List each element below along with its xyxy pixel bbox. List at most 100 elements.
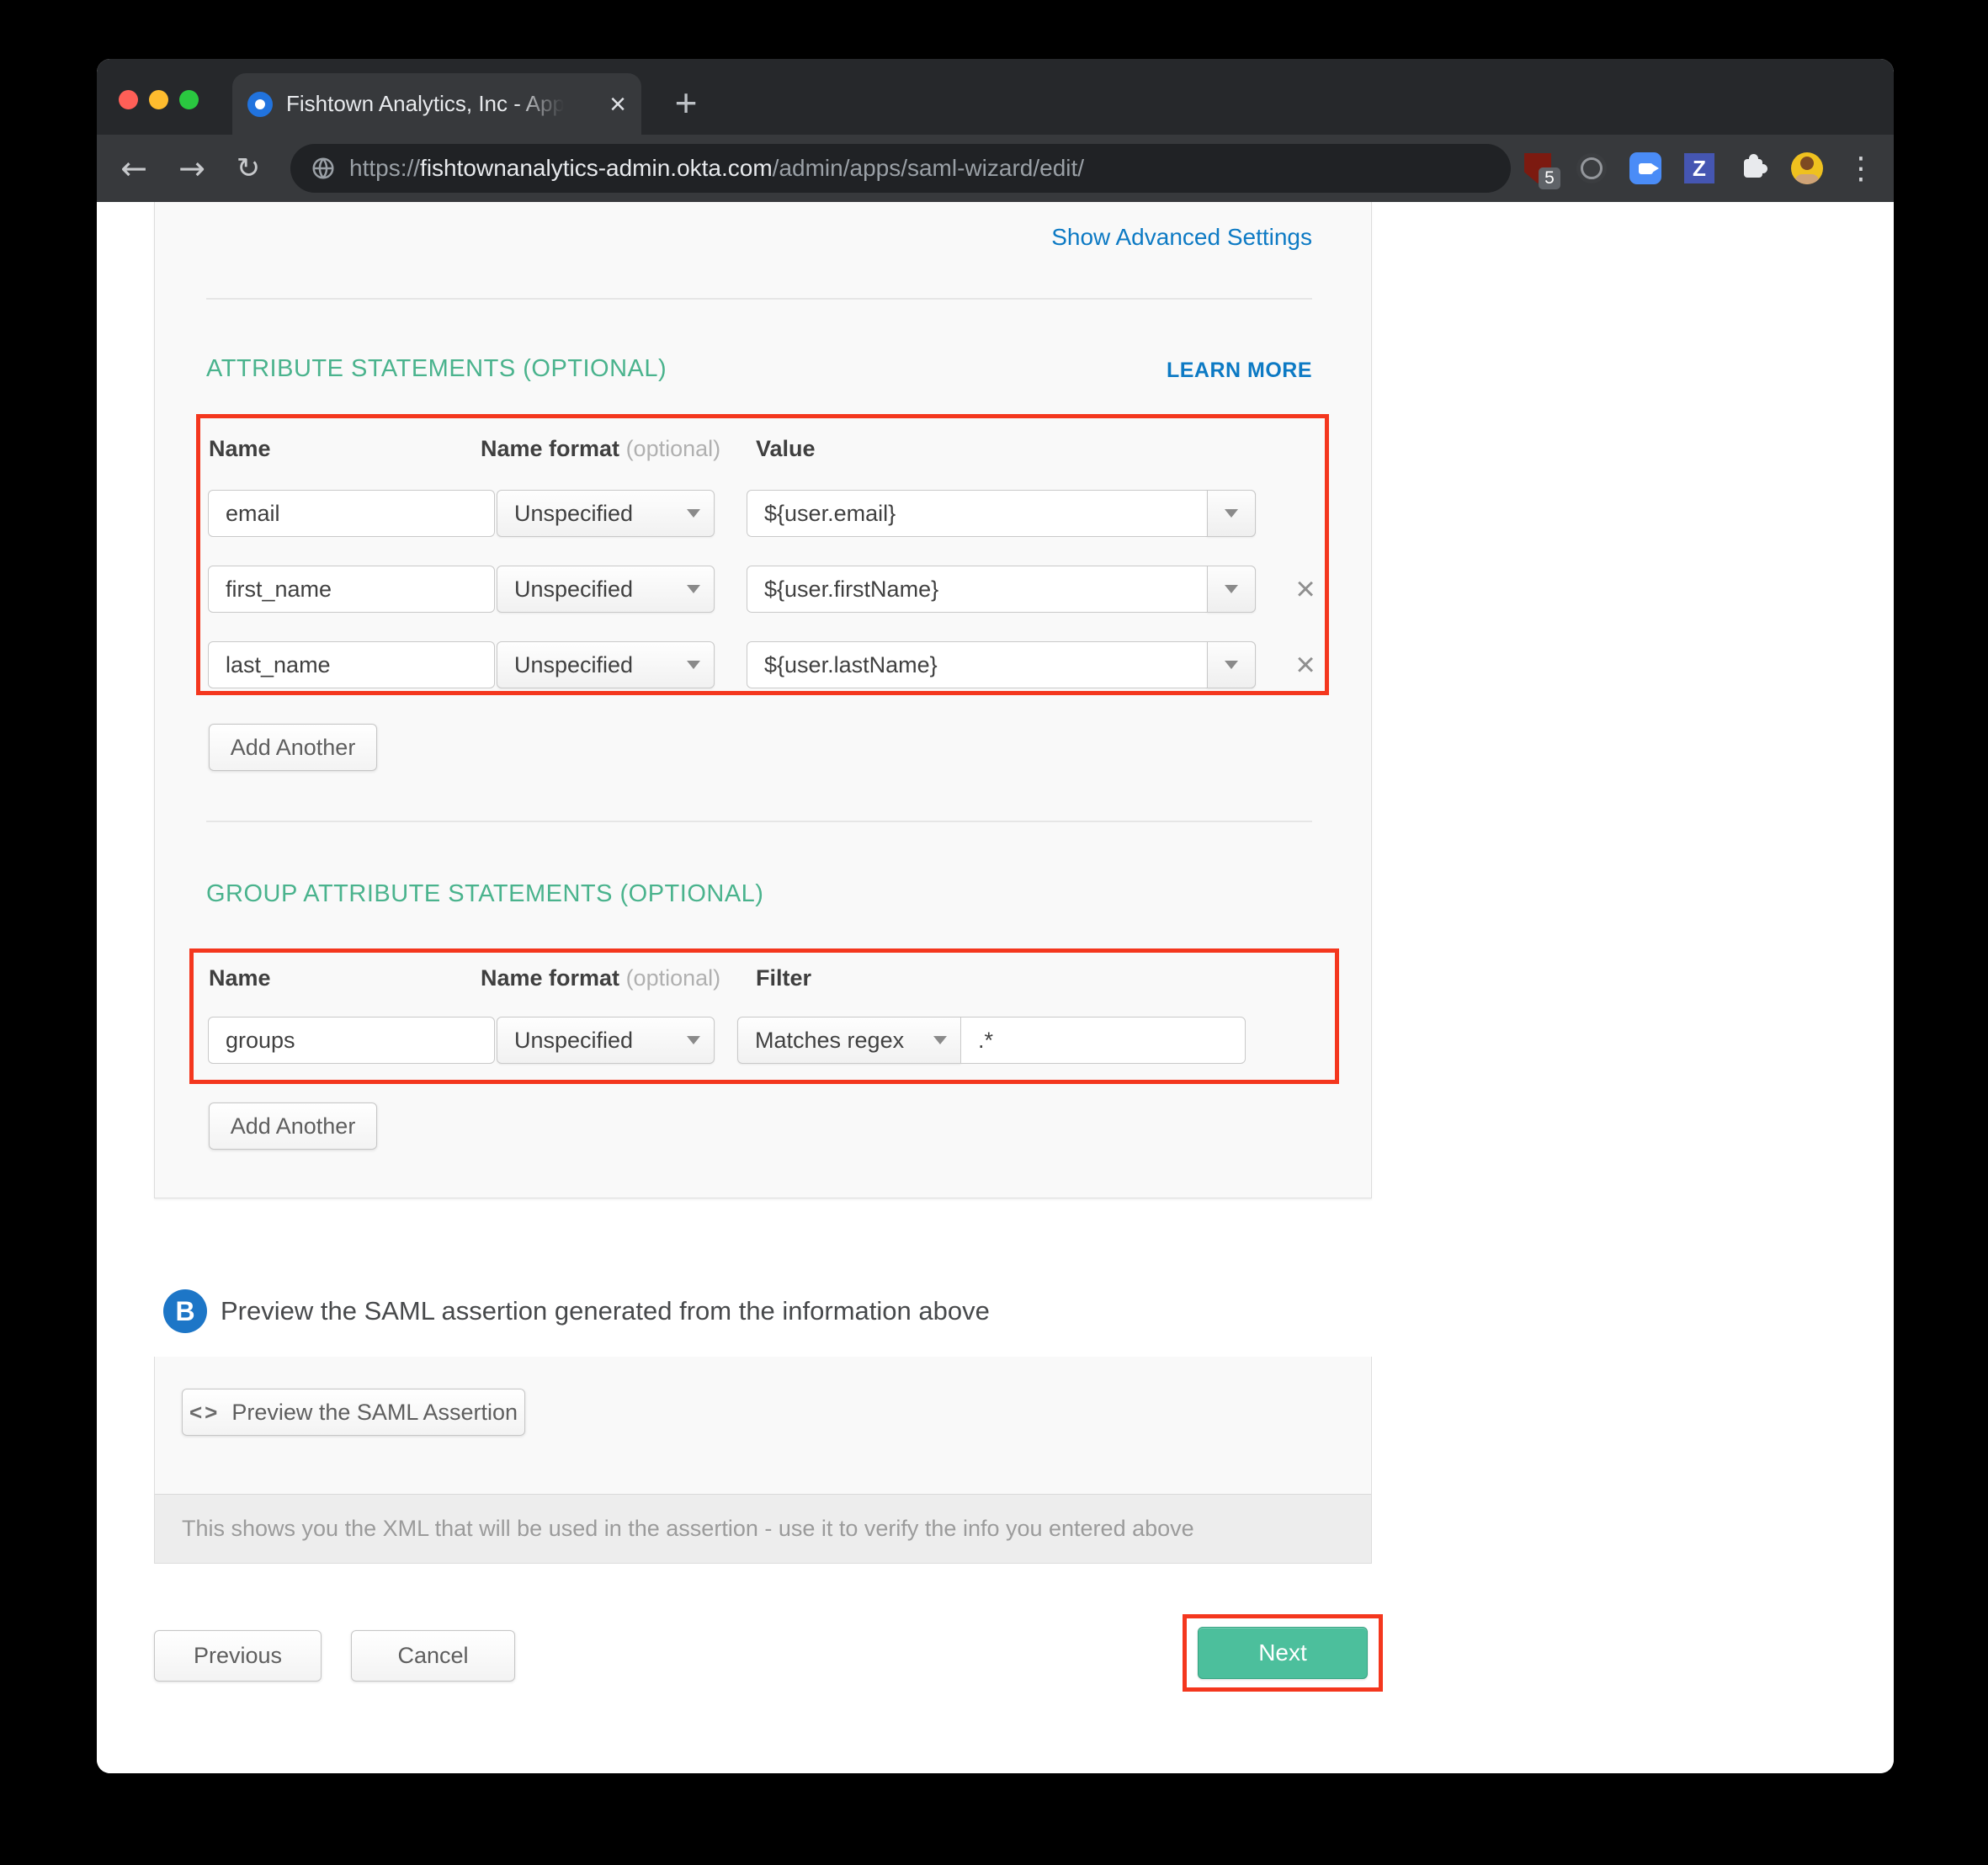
add-another-button[interactable]: Add Another: [209, 724, 377, 771]
attr-name-format-select[interactable]: Unspecified: [497, 566, 715, 613]
column-header-name-format: Name format (optional): [481, 965, 720, 991]
preview-panel-body: <> Preview the SAML Assertion: [155, 1357, 1371, 1494]
column-header-name: Name: [209, 965, 271, 991]
keyhole-icon: [1576, 153, 1607, 183]
attr-value-combobox: [747, 566, 1256, 613]
chevron-down-icon: [687, 585, 700, 593]
cancel-button[interactable]: Cancel: [351, 1630, 515, 1682]
url-path: /admin/apps/saml-wizard/edit/: [773, 155, 1084, 182]
section-b-heading: Preview the SAML assertion generated fro…: [221, 1296, 990, 1326]
column-header-value: Value: [756, 436, 816, 462]
attr-name-input[interactable]: [208, 566, 495, 613]
group-attribute-row: Unspecified Matches regex: [155, 1017, 1371, 1064]
chevron-down-icon: [1225, 585, 1238, 593]
zoom-window-button[interactable]: [179, 90, 199, 109]
group-name-format-select[interactable]: Unspecified: [497, 1017, 715, 1064]
next-button[interactable]: Next: [1198, 1627, 1368, 1679]
column-header-name: Name: [209, 436, 271, 462]
back-icon[interactable]: ←: [110, 135, 157, 202]
globe-icon: [311, 156, 336, 181]
attribute-row: Unspecified: [155, 490, 1371, 537]
show-advanced-settings-link[interactable]: Show Advanced Settings: [1051, 224, 1312, 251]
group-attribute-statements-title: GROUP ATTRIBUTE STATEMENTS (OPTIONAL): [206, 880, 763, 908]
add-another-button[interactable]: Add Another: [209, 1103, 377, 1150]
remove-row-icon[interactable]: ×: [1287, 571, 1324, 608]
group-filter-value-input[interactable]: [960, 1017, 1246, 1064]
attr-name-input[interactable]: [208, 641, 495, 688]
attribute-row: Unspecified ×: [155, 641, 1371, 688]
tab-title: Fishtown Analytics, Inc - Applic: [286, 91, 564, 117]
chevron-down-icon: [687, 509, 700, 518]
browser-menu-button[interactable]: ⋮: [1845, 152, 1877, 184]
tab-close-icon[interactable]: ×: [609, 90, 626, 119]
select-value: Unspecified: [514, 652, 633, 678]
address-bar[interactable]: https://fishtownanalytics-admin.okta.com…: [290, 144, 1511, 193]
attr-name-format-select[interactable]: Unspecified: [497, 490, 715, 537]
page-content: Show Advanced Settings ATTRIBUTE STATEME…: [97, 202, 1894, 1773]
attr-value-input[interactable]: [747, 490, 1256, 537]
profile-avatar[interactable]: [1791, 152, 1823, 184]
column-header-name-format-label: Name format: [481, 436, 619, 461]
close-window-button[interactable]: [119, 90, 138, 109]
preview-button-label: Preview the SAML Assertion: [231, 1400, 518, 1426]
preview-saml-assertion-button[interactable]: <> Preview the SAML Assertion: [182, 1389, 525, 1436]
section-b-badge: B: [163, 1289, 207, 1333]
divider: [206, 298, 1312, 300]
browser-tab[interactable]: Fishtown Analytics, Inc - Applic ×: [232, 73, 641, 135]
chevron-down-icon: [1225, 661, 1238, 669]
z-extension-icon[interactable]: Z: [1683, 152, 1715, 184]
select-value: Unspecified: [514, 577, 633, 603]
column-header-filter: Filter: [756, 965, 811, 991]
remove-row-icon[interactable]: ×: [1287, 646, 1324, 683]
attr-value-combobox: [747, 490, 1256, 537]
attribute-statements-title: ATTRIBUTE STATEMENTS (OPTIONAL): [206, 355, 667, 383]
attr-value-dropdown-button[interactable]: [1207, 490, 1256, 537]
attr-value-combobox: [747, 641, 1256, 688]
chevron-down-icon: [687, 1036, 700, 1044]
zoom-extension-icon[interactable]: [1629, 152, 1661, 184]
attr-value-input[interactable]: [747, 641, 1256, 688]
attr-value-dropdown-button[interactable]: [1207, 566, 1256, 613]
new-tab-button[interactable]: +: [662, 79, 710, 126]
ublock-extension-icon[interactable]: 5: [1522, 152, 1554, 184]
preview-panel: <> Preview the SAML Assertion This shows…: [154, 1357, 1372, 1564]
attr-name-format-select[interactable]: Unspecified: [497, 641, 715, 688]
group-filter-type-select[interactable]: Matches regex: [737, 1017, 961, 1064]
learn-more-link[interactable]: LEARN MORE: [1167, 359, 1312, 383]
chevron-down-icon: [933, 1036, 947, 1044]
browser-toolbar: ← → ↻ https://fishtownanalytics-admin.ok…: [97, 135, 1894, 202]
tab-strip: Fishtown Analytics, Inc - Applic × +: [97, 59, 1894, 135]
select-value: Unspecified: [514, 501, 633, 527]
okta-favicon-icon: [247, 92, 273, 117]
column-header-optional: (optional): [626, 965, 721, 991]
reload-icon[interactable]: ↻: [225, 135, 272, 202]
previous-button[interactable]: Previous: [154, 1630, 322, 1682]
extensions-bar: 5 Z ⋮: [1522, 135, 1877, 202]
select-value: Matches regex: [755, 1028, 904, 1054]
extensions-puzzle-icon[interactable]: [1737, 152, 1769, 184]
url-domain: fishtownanalytics-admin.okta.com: [420, 155, 773, 182]
preview-panel-note: This shows you the XML that will be used…: [155, 1494, 1371, 1563]
minimize-window-button[interactable]: [149, 90, 168, 109]
onepassword-extension-icon[interactable]: [1576, 152, 1608, 184]
attr-value-dropdown-button[interactable]: [1207, 641, 1256, 688]
url-scheme: https://: [349, 155, 420, 182]
attr-name-input[interactable]: [208, 490, 495, 537]
next-button-annotation-box: Next: [1183, 1614, 1383, 1692]
select-value: Unspecified: [514, 1028, 633, 1054]
column-header-name-format-label: Name format: [481, 965, 619, 991]
code-brackets-icon: <>: [189, 1400, 220, 1426]
attr-value-input[interactable]: [747, 566, 1256, 613]
video-camera-icon: [1629, 152, 1661, 184]
chevron-down-icon: [1225, 509, 1238, 518]
chevron-down-icon: [687, 661, 700, 669]
forward-icon[interactable]: →: [168, 135, 215, 202]
kebab-menu-icon: ⋮: [1846, 151, 1876, 186]
avatar: [1791, 152, 1823, 184]
column-header-name-format: Name format (optional): [481, 436, 720, 462]
attribute-row: Unspecified ×: [155, 566, 1371, 613]
browser-window: Fishtown Analytics, Inc - Applic × + ← →…: [97, 59, 1894, 1773]
ublock-badge: 5: [1539, 167, 1560, 189]
letter-z-icon: Z: [1684, 153, 1714, 183]
group-name-input[interactable]: [208, 1017, 495, 1064]
